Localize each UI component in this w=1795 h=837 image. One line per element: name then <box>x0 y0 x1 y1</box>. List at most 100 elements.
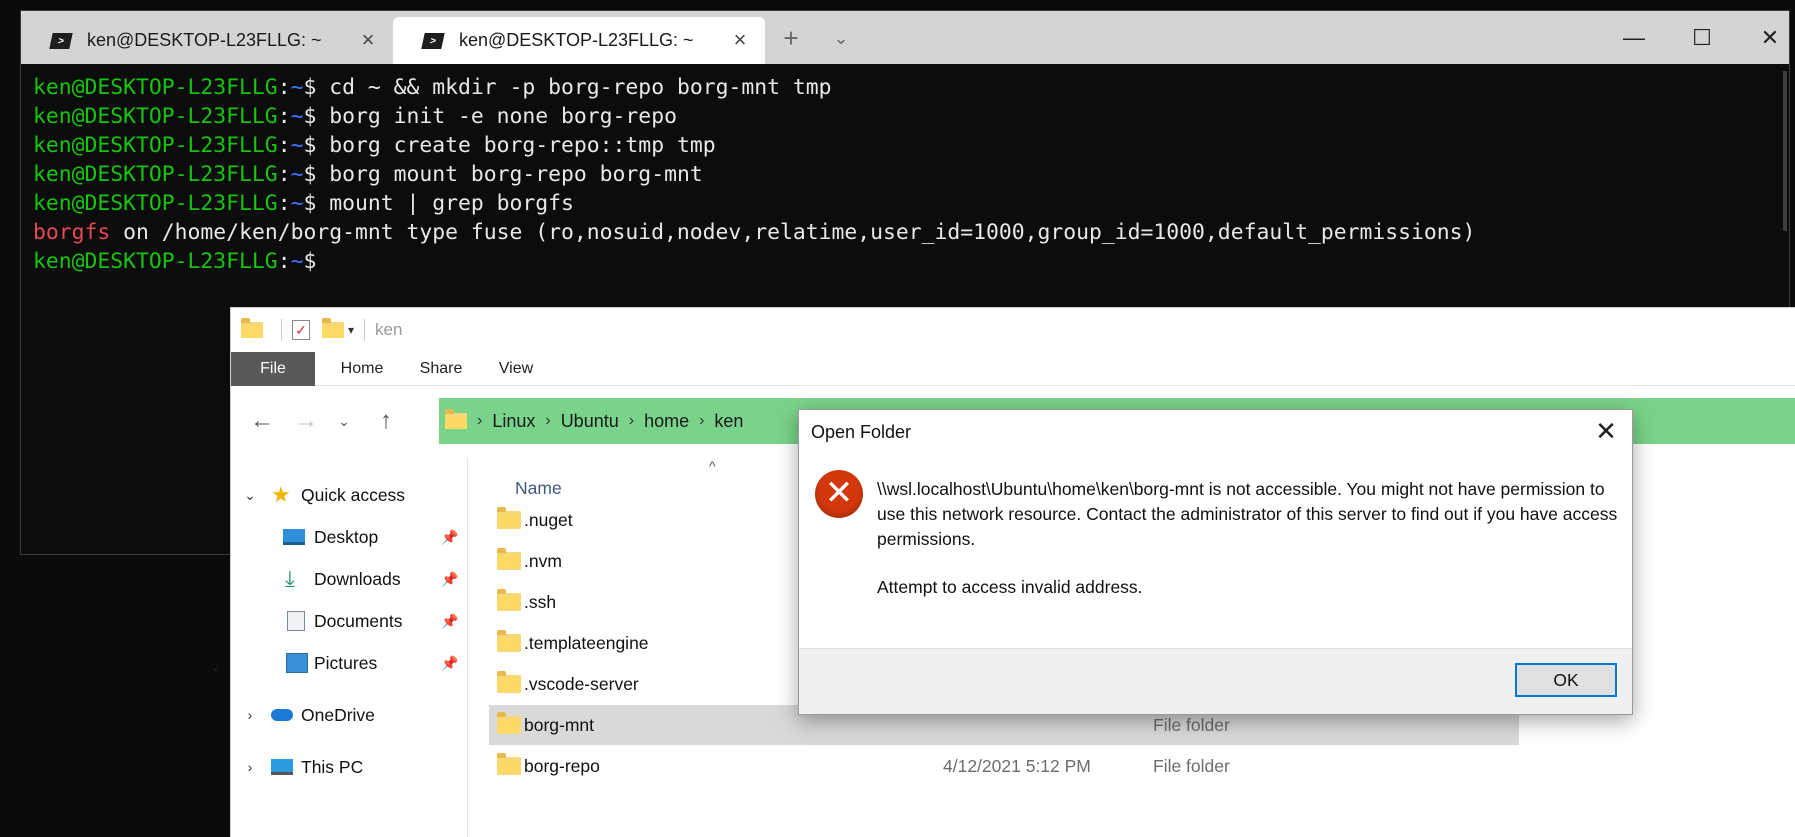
star-icon: ★ <box>271 482 291 507</box>
nav-item-this-pc[interactable]: › This PC <box>231 750 468 784</box>
window-close-button[interactable]: ✕ <box>1740 19 1795 57</box>
customize-dropdown-icon[interactable]: ▾ <box>348 323 354 337</box>
prompt-user: ken@DESKTOP-L23FLLG <box>33 75 278 100</box>
folder-icon <box>497 548 521 570</box>
prompt-separator: : <box>277 133 291 158</box>
expand-chevron-icon[interactable]: ⌄ <box>241 487 259 504</box>
new-tab-plus-icon[interactable]: + <box>776 25 806 53</box>
nav-label: OneDrive <box>301 704 375 725</box>
terminal-tab-2[interactable]: > ken@DESKTOP-L23FLLG: ~ × <box>393 17 765 64</box>
prompt-symbol: $ <box>303 191 330 216</box>
nav-label: Downloads <box>314 568 401 589</box>
close-tab-icon[interactable]: × <box>729 29 751 51</box>
folder-icon <box>497 589 521 611</box>
close-icon[interactable]: ✕ <box>1590 416 1622 448</box>
tab-home[interactable]: Home <box>331 352 393 386</box>
folder-icon <box>497 507 521 529</box>
nav-label: Desktop <box>314 526 379 547</box>
close-tab-icon[interactable]: × <box>357 29 379 51</box>
file-name: .nuget <box>524 509 573 530</box>
file-name: .vscode-server <box>524 673 639 694</box>
up-arrow-icon[interactable]: ↑ <box>369 405 403 437</box>
file-name: borg-repo <box>524 755 600 776</box>
pin-icon[interactable]: 📌 <box>441 529 458 546</box>
pictures-icon <box>286 653 308 673</box>
dialog-detail: Attempt to access invalid address. <box>877 577 1143 597</box>
column-header-name[interactable]: Name <box>515 478 562 499</box>
dialog-title: Open Folder <box>811 422 912 442</box>
tab-file[interactable]: File <box>231 352 315 386</box>
folder-icon <box>497 712 521 734</box>
expand-chevron-icon[interactable]: › <box>241 759 259 775</box>
nav-item-downloads[interactable]: ⤓ Downloads 📌 <box>231 562 468 596</box>
sort-ascending-icon: ^ <box>709 458 716 474</box>
prompt-user: ken@DESKTOP-L23FLLG <box>33 249 278 274</box>
breadcrumb-separator-icon[interactable]: › <box>477 412 482 430</box>
prompt-separator: : <box>277 75 291 100</box>
prompt-separator: : <box>277 191 291 216</box>
error-icon: ✕ <box>815 470 863 518</box>
document-icon <box>287 611 305 631</box>
prompt-path: ~ <box>290 191 304 216</box>
forward-arrow-icon[interactable]: → <box>289 405 323 437</box>
tab-title: ken@DESKTOP-L23FLLG: ~ <box>459 30 694 50</box>
desktop-icon <box>283 529 305 545</box>
breadcrumb-ubuntu[interactable]: Ubuntu <box>561 411 619 432</box>
breadcrumb-linux[interactable]: Linux <box>492 411 535 432</box>
breadcrumb-home[interactable]: home <box>644 411 689 432</box>
command-text: borg mount borg-repo borg-mnt <box>329 162 703 187</box>
nav-label: Quick access <box>301 484 406 505</box>
prompt-separator: : <box>277 104 291 129</box>
command-text: borg create borg-repo::tmp tmp <box>329 133 716 158</box>
terminal-line: borgfs on /home/ken/borg-mnt type fuse (… <box>33 218 1779 247</box>
nav-label: This PC <box>301 756 364 777</box>
file-name: .ssh <box>524 591 557 612</box>
window-title: ken <box>375 320 403 339</box>
terminal-scrollbar[interactable] <box>1783 71 1787 231</box>
chevron-down-icon[interactable]: ⌄ <box>826 25 856 53</box>
folder-icon <box>497 671 521 693</box>
nav-item-quick-access[interactable]: ⌄ ★ Quick access <box>231 478 468 512</box>
file-name: .templateengine <box>524 632 649 653</box>
terminal-line: ken@DESKTOP-L23FLLG:~$ borg init -e none… <box>33 102 1779 131</box>
recent-locations-chevron-icon[interactable]: ⌄ <box>327 405 361 437</box>
breadcrumb-separator-icon[interactable]: › <box>545 412 550 430</box>
pin-icon[interactable]: 📌 <box>441 571 458 588</box>
prompt-symbol: $ <box>303 249 330 274</box>
pin-icon[interactable]: 📌 <box>441 613 458 630</box>
new-folder-icon[interactable] <box>322 318 344 338</box>
minimize-button[interactable]: — <box>1604 19 1664 57</box>
output-highlight: borgfs <box>33 220 111 245</box>
breadcrumb-separator-icon[interactable]: › <box>699 412 704 430</box>
prompt-path: ~ <box>290 75 304 100</box>
toolbar-divider <box>364 319 366 341</box>
pin-icon[interactable]: 📌 <box>441 655 458 672</box>
computer-icon <box>271 759 293 775</box>
navigation-pane: ⌄ ★ Quick access Desktop 📌 ⤓ Downloads 📌… <box>231 458 468 837</box>
breadcrumb-separator-icon[interactable]: › <box>629 412 634 430</box>
file-row[interactable]: borg-repo 4/12/2021 5:12 PM File folder <box>489 746 1519 786</box>
nav-item-pictures[interactable]: Pictures 📌 <box>231 646 468 680</box>
terminal-line: ken@DESKTOP-L23FLLG:~$ borg mount borg-r… <box>33 160 1779 189</box>
prompt-user: ken@DESKTOP-L23FLLG <box>33 104 278 129</box>
tab-share[interactable]: Share <box>411 352 471 386</box>
nav-item-documents[interactable]: Documents 📌 <box>231 604 468 638</box>
terminal-tab-1[interactable]: > ken@DESKTOP-L23FLLG: ~ × <box>21 17 393 64</box>
maximize-button[interactable]: ☐ <box>1672 19 1732 57</box>
expand-chevron-icon[interactable]: › <box>241 707 259 723</box>
ok-button[interactable]: OK <box>1515 663 1617 697</box>
breadcrumb-ken[interactable]: ken <box>714 411 743 432</box>
tab-view[interactable]: View <box>489 352 543 386</box>
prompt-path: ~ <box>290 249 304 274</box>
nav-item-onedrive[interactable]: › OneDrive <box>231 698 468 732</box>
nav-label: Documents <box>314 610 403 631</box>
nav-item-desktop[interactable]: Desktop 📌 <box>231 520 468 554</box>
prompt-user: ken@DESKTOP-L23FLLG <box>33 133 278 158</box>
prompt-symbol: $ <box>303 162 330 187</box>
toolbar-divider <box>281 319 282 341</box>
back-arrow-icon[interactable]: ← <box>245 405 279 437</box>
nav-label: Pictures <box>314 652 378 673</box>
properties-check-icon[interactable]: ✓ <box>292 320 310 340</box>
folder-icon <box>445 409 467 429</box>
terminal-line: ken@DESKTOP-L23FLLG:~$ mount | grep borg… <box>33 189 1779 218</box>
